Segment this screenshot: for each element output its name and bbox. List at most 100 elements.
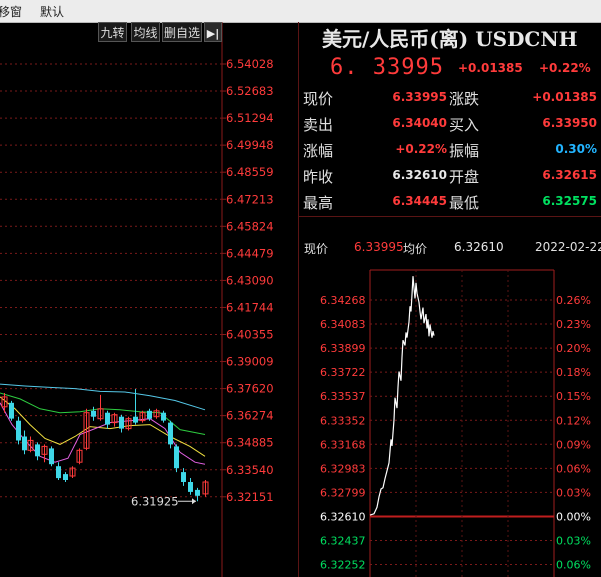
kline-chart: 6.54028 6.52683 6.51294 6.49948 6.48559 6.472… xyxy=(0,22,274,577)
ma-line-cyan xyxy=(0,383,206,411)
pct-tick-label: 0.12% xyxy=(556,414,591,427)
quote-label: 涨跌 xyxy=(449,90,480,108)
quote-row: 昨收 6.32610 开盘 6.32615 xyxy=(299,162,601,188)
price-tick-label: 6.33722 xyxy=(320,366,366,379)
candle-body xyxy=(22,436,27,451)
price-tick-label: 6.49948 xyxy=(226,138,274,152)
price-tick-label: 6.34268 xyxy=(320,294,366,307)
quote-row: 涨幅 +0.22% 振幅 0.30% xyxy=(299,136,601,162)
quote-row: 卖出 6.34040 买入 6.33950 xyxy=(299,110,601,136)
candle-body xyxy=(16,420,21,441)
intraday-price-line xyxy=(369,276,435,516)
price-tick-label: 6.33540 xyxy=(226,463,274,477)
candle-body xyxy=(133,416,138,423)
price-tick-label: 6.51294 xyxy=(226,111,274,125)
price-tick-label: 6.52683 xyxy=(226,84,274,98)
quote-label: 涨幅 xyxy=(303,142,334,160)
menu-bar: 移窗 默认 xyxy=(0,0,601,23)
candle-body xyxy=(147,410,152,419)
quote-label: 最低 xyxy=(449,194,480,212)
low-marker-label: 6.31925 xyxy=(131,494,179,508)
quote-label: 最高 xyxy=(303,194,334,212)
price-tick-label: 6.47213 xyxy=(226,192,274,206)
pct-tick-label: 0.15% xyxy=(556,390,591,403)
price-tick-label: 6.32151 xyxy=(226,490,274,504)
quote-value: 6.32615 xyxy=(542,168,597,182)
pct-tick-label: 0.20% xyxy=(556,342,591,355)
quote-table: 现价 6.33995 涨跌 +0.01385 卖出 6.34040 买入 6.3… xyxy=(299,84,601,214)
minute-avg-label: 均价 xyxy=(403,242,428,256)
price-change: +0.01385 xyxy=(458,61,523,75)
price-tick-label: 6.45824 xyxy=(226,219,274,233)
price-tick-label: 6.32252 xyxy=(320,559,366,572)
instrument-title: 美元/人民币(离) USDCNH xyxy=(322,27,578,51)
candle-body xyxy=(119,416,124,429)
quote-value: +0.01385 xyxy=(532,90,597,104)
candle-body xyxy=(56,466,61,479)
moving-average-button[interactable]: 均线 xyxy=(131,22,160,42)
candle-body xyxy=(188,482,193,492)
minute-price-value: 6.33995 xyxy=(354,240,404,254)
candle-body xyxy=(9,402,14,419)
section-divider xyxy=(299,216,601,217)
price-tick-label: 6.33899 xyxy=(320,342,366,355)
quote-label: 卖出 xyxy=(303,116,334,134)
candle-body xyxy=(181,472,186,482)
quote-value: 0.30% xyxy=(555,142,597,156)
remove-watchlist-button[interactable]: 删自选 xyxy=(162,22,202,42)
price-change-percent: +0.22% xyxy=(539,61,591,75)
price-tick-label: 6.33537 xyxy=(320,390,366,403)
menu-item-move-window[interactable]: 移窗 xyxy=(0,3,22,20)
pct-tick-label: 0.09% xyxy=(556,438,591,451)
quote-label: 振幅 xyxy=(449,142,480,160)
minute-date: 2022-02-22 xyxy=(535,240,601,254)
quote-label: 开盘 xyxy=(449,168,480,186)
quote-label: 买入 xyxy=(449,116,480,134)
candle-body xyxy=(174,446,179,469)
price-tick-label: 6.44479 xyxy=(226,246,274,260)
pct-tick-label: 0.03% xyxy=(556,486,591,499)
candle-body xyxy=(49,448,54,465)
quote-label: 昨收 xyxy=(303,168,334,186)
nine-turn-button[interactable]: 九转 xyxy=(98,22,127,42)
price-tick-label: 6.32437 xyxy=(320,535,366,548)
pct-tick-label: 0.06% xyxy=(556,462,591,475)
candle-body xyxy=(35,444,40,457)
candle-body xyxy=(161,412,166,421)
candle-body xyxy=(91,410,96,417)
pct-tick-label: 0.23% xyxy=(556,318,591,331)
quote-row: 现价 6.33995 涨跌 +0.01385 xyxy=(299,84,601,110)
candle-body xyxy=(195,489,200,496)
price-tick-label: 6.32983 xyxy=(320,462,366,475)
minute-price-label: 现价 xyxy=(304,242,329,256)
last-price: 6. 33995 xyxy=(330,55,444,80)
quote-row: 最高 6.34445 最低 6.32575 xyxy=(299,188,601,214)
price-tick-label: 6.32799 xyxy=(320,486,366,499)
price-tick-label: 6.48559 xyxy=(226,165,274,179)
quote-value: 6.33995 xyxy=(392,90,447,104)
price-tick-label: 6.54028 xyxy=(226,57,274,71)
price-tick-label: 6.34083 xyxy=(320,318,366,331)
price-tick-label: 6.32610 xyxy=(320,510,366,523)
candle-body xyxy=(105,412,110,425)
quote-value: 6.34040 xyxy=(392,116,447,130)
kline-panel: 6.54028 6.52683 6.51294 6.49948 6.48559 6.472… xyxy=(0,22,298,577)
price-tick-label: 6.33168 xyxy=(320,438,366,451)
price-tick-label: 6.43090 xyxy=(226,273,274,287)
quote-value: 6.34445 xyxy=(392,194,447,208)
low-marker-arrowhead xyxy=(192,498,196,505)
price-tick-label: 6.40355 xyxy=(226,328,274,342)
price-tick-label: 6.37620 xyxy=(226,382,274,396)
candle-body xyxy=(63,474,68,480)
price-tick-label: 6.41744 xyxy=(226,300,274,314)
expand-panel-button[interactable]: ▶| xyxy=(204,22,222,42)
quote-value: 6.32575 xyxy=(542,194,597,208)
price-tick-label: 6.39009 xyxy=(226,355,274,369)
quote-label: 现价 xyxy=(303,90,334,108)
pct-tick-label: 0.03% xyxy=(556,535,591,548)
pct-tick-label: 0.18% xyxy=(556,366,591,379)
menu-item-default[interactable]: 默认 xyxy=(40,3,64,20)
arrow-right-bar-icon: ▶| xyxy=(206,27,220,40)
quote-value: 6.33950 xyxy=(542,116,597,130)
price-tick-label: 6.34885 xyxy=(226,436,274,450)
